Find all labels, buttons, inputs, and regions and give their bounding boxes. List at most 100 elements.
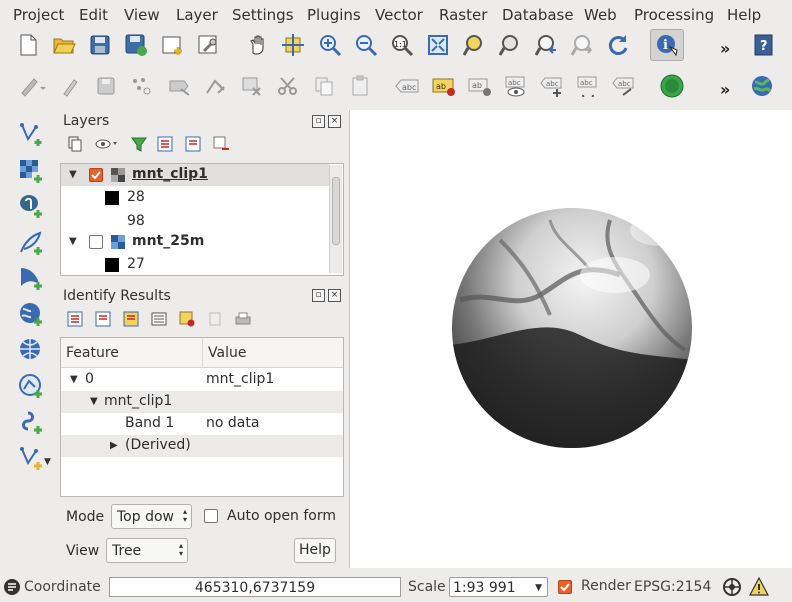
layers-tree[interactable]: ▼ mnt_clip1 28 98 ▼ mnt_25m 27 <box>60 163 344 276</box>
zoom-to-layer-icon[interactable] <box>496 31 524 59</box>
crs-globe-icon[interactable] <box>722 577 742 601</box>
float-panel-button[interactable]: ▫ <box>312 289 325 302</box>
whats-this-help-icon[interactable]: ? <box>750 31 778 59</box>
menu-vector[interactable]: Vector <box>375 6 423 24</box>
open-project-icon[interactable] <box>50 31 78 59</box>
remove-layer-icon[interactable] <box>210 133 232 155</box>
column-header-value[interactable]: Value <box>203 338 343 368</box>
move-label-icon[interactable]: abc <box>538 72 566 100</box>
layer-visibility-checkbox[interactable] <box>89 168 103 182</box>
zoom-last-icon[interactable] <box>532 31 560 59</box>
label-highlight-icon[interactable]: ab <box>430 72 458 100</box>
save-as-icon[interactable] <box>122 31 150 59</box>
zoom-in-icon[interactable] <box>316 31 344 59</box>
pin-label-icon[interactable]: ab <box>466 72 494 100</box>
zoom-next-icon[interactable] <box>568 31 596 59</box>
menu-edit[interactable]: Edit <box>79 6 108 24</box>
add-wfs-layer-icon[interactable] <box>14 370 48 402</box>
web-services-globe-icon[interactable] <box>748 72 776 100</box>
paste-features-icon[interactable] <box>346 72 374 100</box>
open-form-icon[interactable] <box>148 308 170 330</box>
copy-feature-icon[interactable] <box>204 308 226 330</box>
expand-arrow-icon[interactable]: ▶ <box>110 440 118 451</box>
grass-tools-icon[interactable] <box>658 72 686 100</box>
show-hide-labels-icon[interactable]: abc <box>502 72 530 100</box>
collapse-all-icon[interactable] <box>182 133 204 155</box>
new-shapefile-layer-icon[interactable] <box>14 442 48 474</box>
add-postgis-layer-icon[interactable] <box>14 190 48 222</box>
help-button[interactable]: Help <box>294 538 336 563</box>
move-feature-icon[interactable] <box>166 72 194 100</box>
identify-features-icon[interactable]: i <box>650 29 684 61</box>
layer-visibility-checkbox[interactable] <box>89 235 103 249</box>
rotate-label-icon[interactable]: abc <box>574 72 602 100</box>
map-canvas[interactable] <box>349 110 792 568</box>
close-panel-button[interactable]: × <box>328 289 341 302</box>
result-row[interactable]: ▼ mnt_clip1 <box>61 391 343 413</box>
identify-results-tree[interactable]: Feature Value ▼ 0 mnt_clip1 ▼ mnt_clip1 … <box>60 337 344 497</box>
zoom-full-icon[interactable] <box>424 31 452 59</box>
render-checkbox[interactable] <box>558 580 572 594</box>
menu-raster[interactable]: Raster <box>439 6 487 24</box>
menu-plugins[interactable]: Plugins <box>307 6 361 24</box>
menu-project[interactable]: Project <box>13 6 64 24</box>
zoom-out-icon[interactable] <box>352 31 380 59</box>
menu-view[interactable]: View <box>124 6 160 24</box>
filter-legend-icon[interactable] <box>128 133 150 155</box>
expand-tree-icon[interactable] <box>64 308 86 330</box>
view-select[interactable]: Tree ▴ ▾ <box>106 538 188 563</box>
result-row[interactable]: ▶ (Derived) <box>61 435 343 457</box>
expand-new-results-icon[interactable] <box>120 308 142 330</box>
add-vector-layer-icon[interactable] <box>14 118 48 150</box>
layout-manager-icon[interactable] <box>194 31 222 59</box>
add-feature-icon[interactable] <box>128 72 156 100</box>
toolbar-overflow-chevron-2[interactable]: » <box>720 80 730 99</box>
warning-icon[interactable] <box>749 576 769 601</box>
change-label-icon[interactable]: abc <box>610 72 638 100</box>
column-header-feature[interactable]: Feature <box>61 338 203 368</box>
cut-features-icon[interactable] <box>274 72 302 100</box>
add-raster-layer-icon[interactable] <box>14 155 48 187</box>
print-icon[interactable] <box>232 308 254 330</box>
dropdown-arrow-icon[interactable]: ▼ <box>44 457 51 467</box>
manage-map-themes-icon[interactable] <box>94 133 120 155</box>
node-tool-icon[interactable] <box>202 72 230 100</box>
open-layer-styling-icon[interactable] <box>64 133 86 155</box>
toggle-editing-icon[interactable] <box>56 72 84 100</box>
refresh-icon[interactable] <box>604 31 632 59</box>
current-edits-icon[interactable] <box>18 72 46 100</box>
menu-database[interactable]: Database <box>502 6 574 24</box>
menu-settings[interactable]: Settings <box>232 6 294 24</box>
close-panel-button[interactable]: × <box>328 115 341 128</box>
zoom-to-selection-icon[interactable] <box>460 31 488 59</box>
scrollbar-thumb[interactable] <box>332 177 340 245</box>
save-edits-icon[interactable] <box>92 72 120 100</box>
menu-processing[interactable]: Processing <box>634 6 714 24</box>
add-spatialite-layer-icon[interactable] <box>14 227 48 259</box>
menu-layer[interactable]: Layer <box>176 6 218 24</box>
collapse-arrow-icon[interactable]: ▼ <box>70 374 78 385</box>
zoom-native-resolution-icon[interactable]: 1:1 <box>388 31 416 59</box>
add-delimited-text-layer-icon[interactable] <box>14 406 48 438</box>
clear-results-icon[interactable] <box>176 308 198 330</box>
result-row[interactable]: Band 1 no data <box>61 413 343 435</box>
new-project-icon[interactable] <box>14 31 42 59</box>
pan-map-icon[interactable] <box>244 31 272 59</box>
layer-row-mnt-25m[interactable]: ▼ mnt_25m <box>61 231 329 253</box>
auto-open-form-checkbox[interactable] <box>204 509 218 523</box>
menu-web[interactable]: Web <box>584 6 617 24</box>
result-row[interactable]: ▼ 0 mnt_clip1 <box>61 369 343 391</box>
float-panel-button[interactable]: ▫ <box>312 115 325 128</box>
toolbar-overflow-chevron[interactable]: » <box>720 39 730 58</box>
menu-help[interactable]: Help <box>727 6 761 24</box>
delete-selected-icon[interactable] <box>238 72 266 100</box>
messages-icon[interactable] <box>3 578 21 600</box>
new-print-layout-icon[interactable] <box>158 31 186 59</box>
collapse-arrow-icon[interactable]: ▼ <box>90 396 98 407</box>
add-wms-layer-icon[interactable] <box>14 298 48 330</box>
coordinate-field[interactable]: 465310,6737159 <box>109 577 401 597</box>
crs-status[interactable]: EPSG:2154 <box>634 579 711 595</box>
pan-to-selection-icon[interactable] <box>279 31 307 59</box>
collapse-arrow-icon[interactable]: ▼ <box>69 169 77 180</box>
add-mssql-layer-icon[interactable] <box>14 262 48 294</box>
